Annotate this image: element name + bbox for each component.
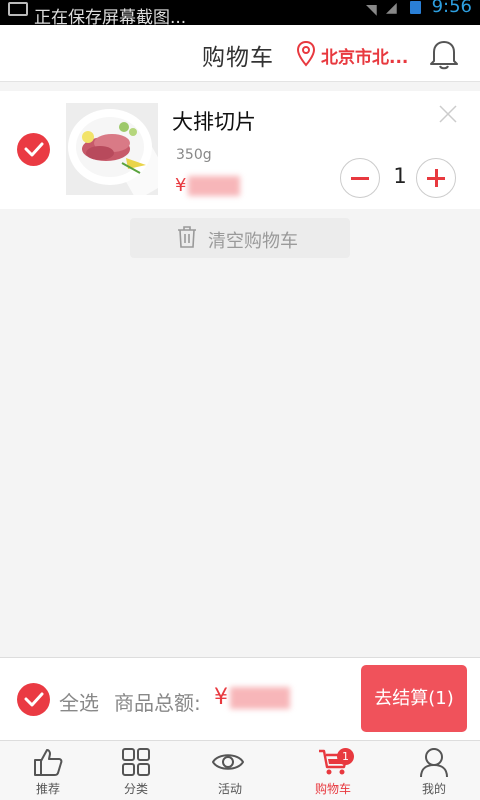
item-checkbox[interactable] xyxy=(17,133,50,166)
checkmark-icon xyxy=(24,692,44,707)
tab-cart[interactable]: 1 购物车 xyxy=(285,741,381,800)
battery-icon xyxy=(410,1,421,14)
status-clock: 9:56 xyxy=(431,0,472,17)
select-all-checkbox[interactable] xyxy=(17,683,50,716)
product-name[interactable]: 大排切片 xyxy=(172,106,256,136)
total-symbol: ¥ xyxy=(214,685,228,710)
cart-count-badge: 1 xyxy=(337,748,354,765)
checkout-button[interactable]: 去结算(1) xyxy=(361,665,467,732)
grid-icon xyxy=(122,748,150,776)
checkout-bar: 全选 商品总额: ¥ 去结算(1) xyxy=(0,657,480,740)
decrease-quantity-button[interactable] xyxy=(340,158,380,198)
thumbs-up-icon xyxy=(34,749,63,776)
product-weight: 350g xyxy=(176,147,212,163)
signal-icon: ◢ xyxy=(386,0,397,16)
tab-label: 活动 xyxy=(217,782,242,796)
bell-icon[interactable] xyxy=(427,37,461,71)
header: 购物车 北京市北... xyxy=(0,25,480,82)
location-selector[interactable]: 北京市北... xyxy=(321,43,408,68)
product-image[interactable] xyxy=(66,103,158,195)
user-icon xyxy=(420,748,448,778)
quantity-value: 1 xyxy=(393,164,407,188)
clear-cart-button[interactable]: 清空购物车 xyxy=(130,218,350,258)
total-amount: ¥ xyxy=(214,685,290,710)
clear-cart-label: 清空购物车 xyxy=(208,231,298,252)
tab-recommend[interactable]: 推荐 xyxy=(0,741,96,800)
product-price: ¥ xyxy=(175,175,241,196)
close-icon[interactable] xyxy=(437,103,459,125)
cart-item: 大排切片 350g ¥ 1 xyxy=(0,91,480,209)
tab-category[interactable]: 分类 xyxy=(88,741,184,800)
eye-icon xyxy=(212,754,244,770)
trash-icon xyxy=(178,226,196,248)
tab-label: 推荐 xyxy=(35,782,60,796)
tab-profile[interactable]: 我的 xyxy=(386,741,480,800)
tab-activity[interactable]: 活动 xyxy=(182,741,278,800)
tab-label: 我的 xyxy=(421,782,446,796)
total-label: 商品总额: xyxy=(114,691,201,715)
screenshot-notification-icon xyxy=(8,2,28,16)
price-symbol: ¥ xyxy=(175,175,187,196)
price-value-blurred xyxy=(188,176,241,196)
page-title: 购物车 xyxy=(202,45,274,71)
bottom-tab-bar: 推荐 分类 活动 1 购物车 我的 xyxy=(0,740,480,800)
status-bar: 正在保存屏幕截图... ◥ ◢ 9:56 xyxy=(0,0,480,27)
checkmark-icon xyxy=(24,142,44,157)
select-all-label[interactable]: 全选 xyxy=(59,687,99,716)
increase-quantity-button[interactable] xyxy=(416,158,456,198)
wifi-icon: ◥ xyxy=(366,2,377,18)
map-pin-icon[interactable] xyxy=(296,41,316,67)
product-photo xyxy=(66,103,158,195)
tab-label: 分类 xyxy=(123,782,148,796)
tab-label: 购物车 xyxy=(314,782,351,796)
total-value-blurred xyxy=(230,687,290,709)
